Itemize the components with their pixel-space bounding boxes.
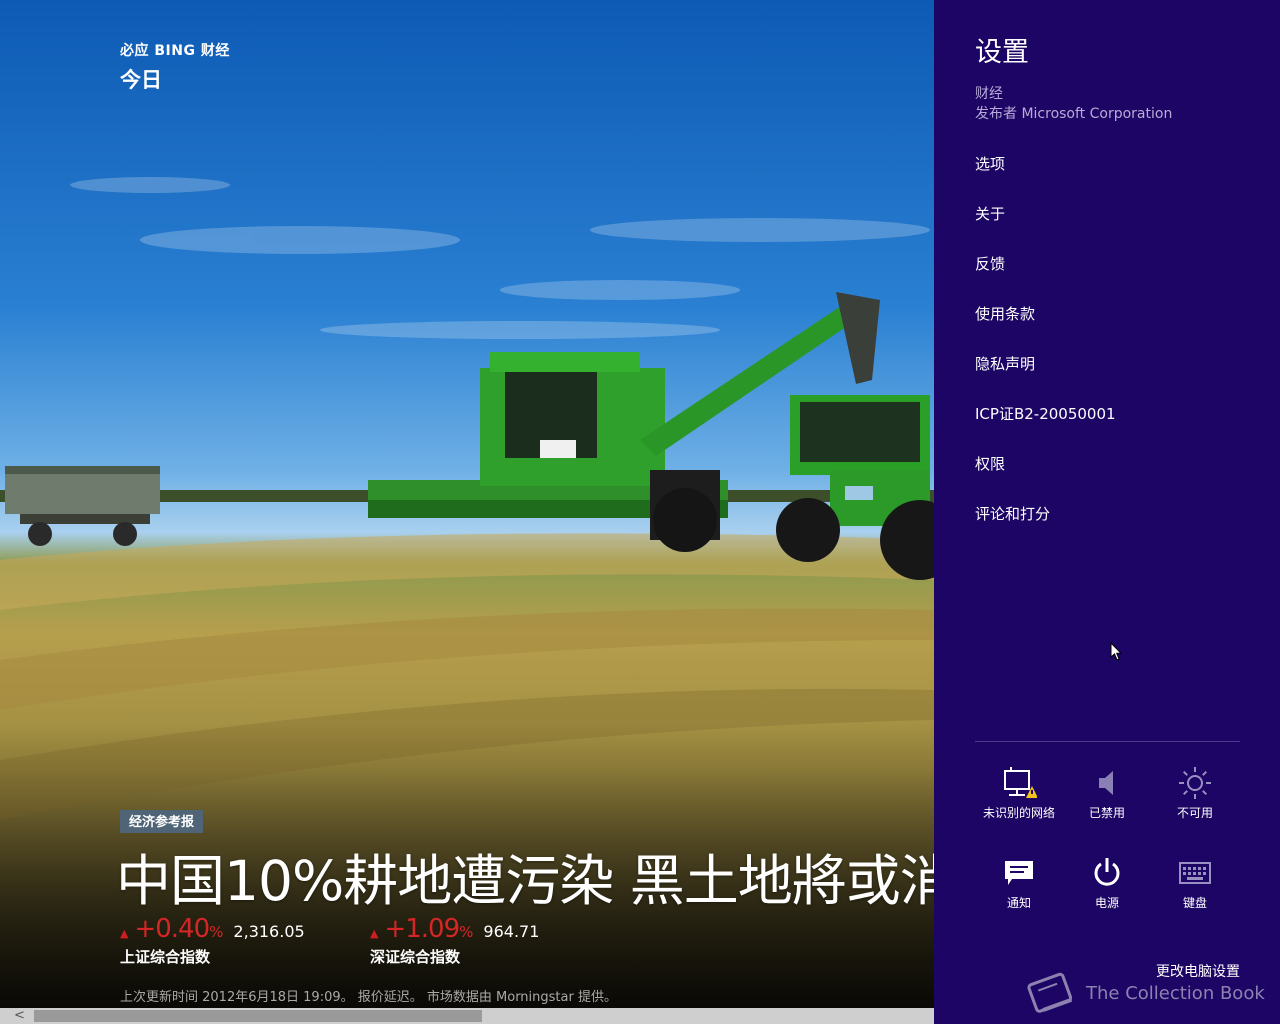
settings-menu: 选项 关于 反馈 使用条款 隐私声明 ICP证B2-20050001 权限 评论… [975,154,1116,554]
power-tile[interactable]: 电源 [1063,856,1151,916]
volume-label: 已禁用 [1088,806,1125,820]
keyboard-icon [1151,856,1239,890]
settings-item-feedback[interactable]: 反馈 [975,254,1116,304]
app-info-publisher: 发布者 Microsoft Corporation [975,106,1173,122]
network-warning-icon [975,766,1063,800]
keyboard-tile[interactable]: 键盘 [1151,856,1239,916]
settings-item-about[interactable]: 关于 [975,204,1116,254]
market-data-footnote: 上次更新时间 2012年6月18日 19:09。 报价延迟。 市场数据由 Mor… [120,990,617,1005]
settings-item-rate-review[interactable]: 评论和打分 [975,504,1116,554]
settings-item-privacy[interactable]: 隐私声明 [975,354,1116,404]
hero-panel[interactable]: 必应 BING 财经 今日 经济参考报 中国10%耕地遭污染 黑土地將或消 ▲ … [0,0,934,1024]
network-tile[interactable]: 未识别的网络 [975,766,1063,826]
settings-item-terms[interactable]: 使用条款 [975,304,1116,354]
app-header: 必应 BING 财经 今日 [120,40,230,94]
up-arrow-icon: ▲ [120,927,129,940]
index-change-unit: % [459,923,474,941]
settings-charm-panel: 设置 财经 发布者 Microsoft Corporation 选项 关于 反馈… [934,0,1280,1024]
watermark-text: The Collection Book [1086,982,1265,1004]
settings-divider [975,741,1240,742]
settings-title: 设置 [975,37,1029,68]
volume-tile[interactable]: 已禁用 [1063,766,1151,826]
horizontal-scrollbar[interactable]: < [0,1008,934,1024]
scrollbar-thumb[interactable] [34,1010,482,1022]
notifications-icon [975,856,1063,890]
mouse-cursor-icon [1110,642,1123,661]
settings-item-icp[interactable]: ICP证B2-20050001 [975,404,1116,454]
volume-muted-icon [1063,766,1151,800]
power-label: 电源 [1094,896,1119,910]
book-icon [1027,972,1073,1013]
index-name: 上证综合指数 [120,948,211,966]
section-title: 今日 [120,68,162,92]
index-change-unit: % [209,923,224,941]
power-icon [1063,856,1151,890]
index-name: 深证综合指数 [370,948,461,966]
index-change: +0.40 [134,914,210,944]
up-arrow-icon: ▲ [370,927,379,940]
index-value: 2,316.05 [233,922,305,941]
app-name: 必应 BING 财经 [120,43,230,59]
market-index-shenzhen[interactable]: ▲ +1.09 % 964.71 深证综合指数 [370,914,539,967]
app-info-name: 财经 [975,86,1003,102]
change-pc-settings-link[interactable]: 更改电脑设置 [1156,961,1240,981]
brightness-icon [1151,766,1239,800]
article-source-badge[interactable]: 经济参考报 [120,810,204,833]
network-label: 未识别的网络 [982,806,1055,820]
settings-item-permissions[interactable]: 权限 [975,454,1116,504]
market-index-shanghai[interactable]: ▲ +0.40 % 2,316.05 上证综合指数 [120,914,305,967]
index-value: 964.71 [483,922,540,941]
scroll-left-icon[interactable]: < [14,1008,25,1023]
index-change: +1.09 [384,914,460,944]
app-info: 财经 发布者 Microsoft Corporation [975,84,1172,124]
settings-item-options[interactable]: 选项 [975,154,1116,204]
brightness-tile[interactable]: 不可用 [1151,766,1239,826]
notifications-tile[interactable]: 通知 [975,856,1063,916]
brightness-label: 不可用 [1176,806,1213,820]
keyboard-label: 键盘 [1182,896,1207,910]
article-headline[interactable]: 中国10%耕地遭污染 黑土地將或消 [116,836,934,916]
notifications-label: 通知 [1006,896,1031,910]
